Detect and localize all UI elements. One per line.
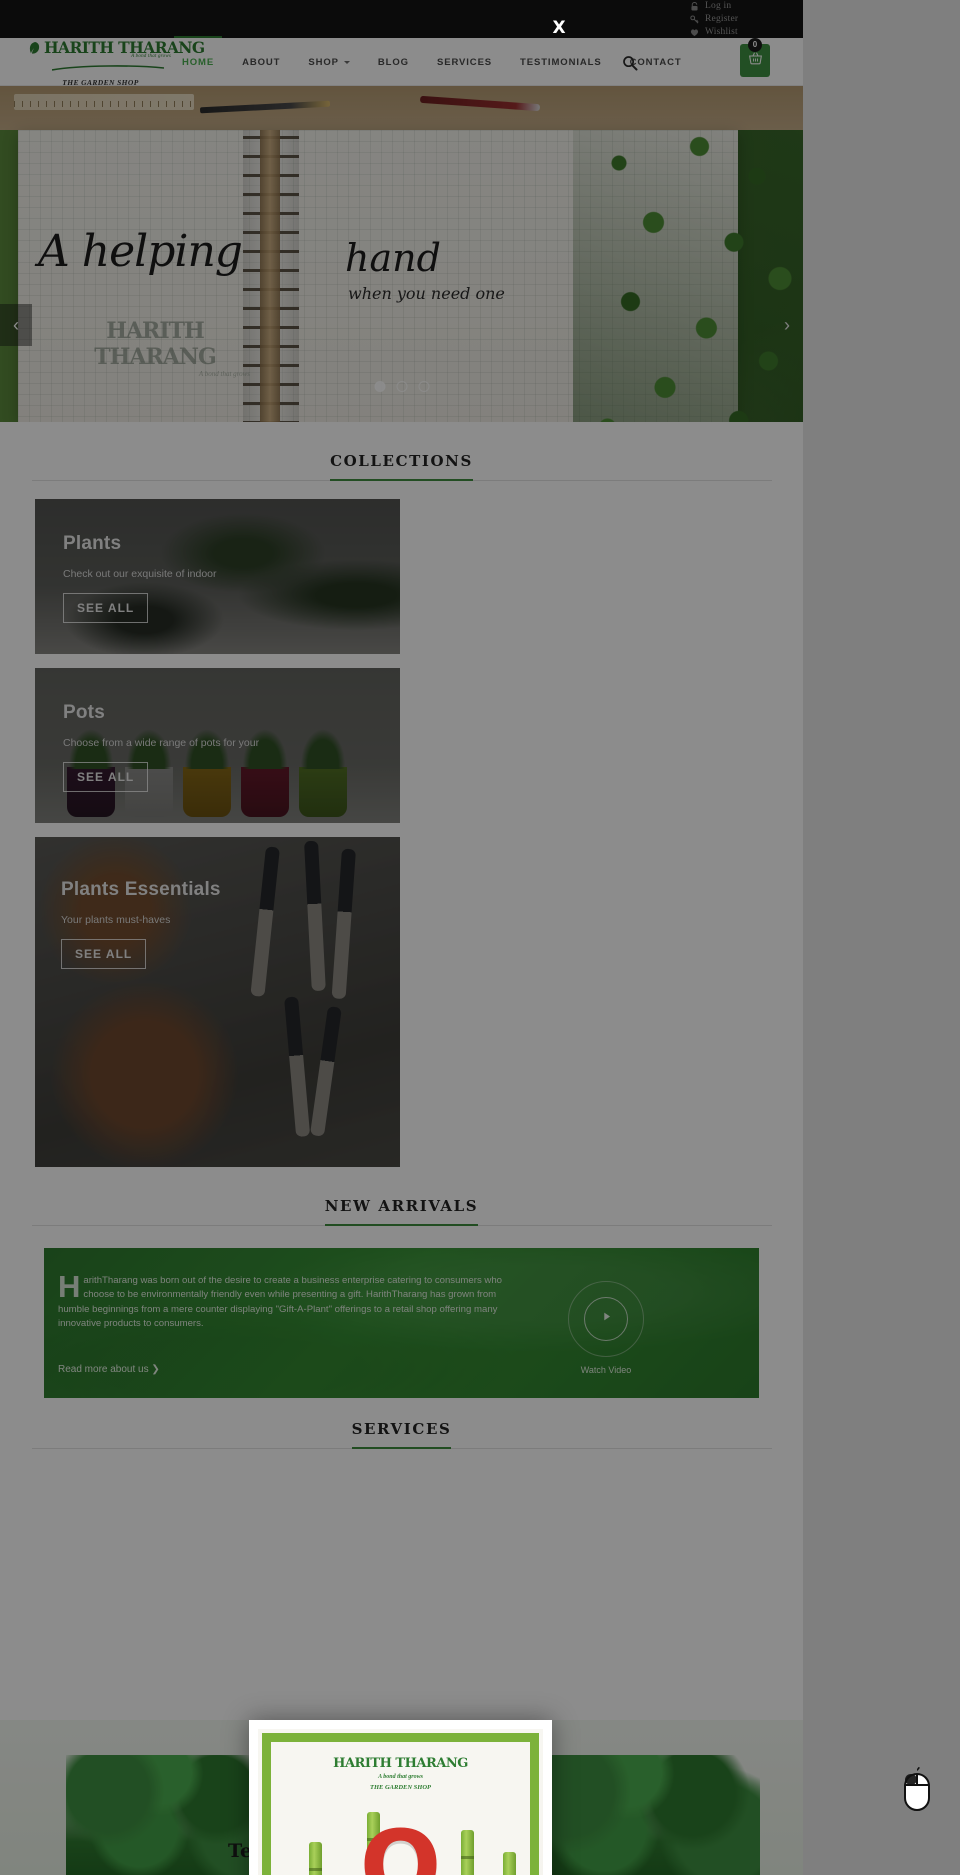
collection-card-plants-essentials[interactable]: Plants Essentials Your plants must-haves… — [35, 837, 400, 1167]
ivy-plant-decoration — [573, 130, 803, 422]
promo-inner-panel: HARITH THARANG A bond that grows THE GAR… — [271, 1742, 530, 1875]
nav-label-home: HOME — [182, 56, 215, 68]
plants-card-subtitle: Check out our exquisite of indoor — [63, 568, 217, 580]
cart-button[interactable]: 0 — [740, 38, 770, 77]
ruler-decoration — [14, 94, 194, 110]
top-utility-links: Log in Register Wishlist — [689, 0, 789, 39]
nav-item-blog[interactable]: BLOG — [364, 38, 423, 86]
collections-list: Plants Check out our exquisite of indoor… — [0, 481, 803, 1167]
plants-see-all-button[interactable]: SEE ALL — [63, 593, 149, 623]
hero-subtext: when you need one — [348, 284, 505, 303]
new-arrivals-heading: NEW ARRIVALS — [324, 1197, 479, 1226]
website-viewport: Log in Register Wishlist HARITH THARANG … — [0, 0, 803, 1875]
pots-see-all-button[interactable]: SEE ALL — [63, 762, 149, 792]
nav-label-blog: BLOG — [377, 56, 409, 68]
hero-watermark-tagline: A bond that grows — [198, 370, 250, 378]
logo-row: HARITH THARANG — [28, 40, 205, 55]
register-label: Register — [705, 14, 739, 24]
notebook-spiral-binding — [243, 130, 299, 422]
new-arrivals-section-header: NEW ARRIVALS — [0, 1181, 803, 1226]
plants-card-title: Plants — [63, 533, 122, 554]
mouse-pointer-icon — [900, 1766, 934, 1813]
slider-dot-2[interactable] — [396, 381, 407, 392]
hero-watermark-name: HARITH THARANG — [94, 318, 216, 370]
nav-label-shop: SHOP — [308, 56, 339, 68]
slider-dots — [374, 381, 429, 392]
collections-section-header: COLLECTIONS — [0, 422, 803, 481]
nav-item-services[interactable]: SERVICES — [423, 38, 506, 86]
pots-card-content: Pots Choose from a wide range of pots fo… — [35, 668, 400, 823]
nav-item-home[interactable]: HOME — [168, 36, 228, 86]
page-root: Log in Register Wishlist HARITH THARANG … — [0, 0, 960, 1875]
nav-label-services: SERVICES — [436, 56, 493, 68]
close-icon[interactable]: X — [549, 18, 569, 38]
services-section-header: SERVICES — [0, 1398, 803, 1449]
hero-headline-part1: A helping — [38, 226, 243, 277]
slider-dot-1[interactable] — [374, 381, 385, 392]
read-more-link[interactable]: Read more about us ❯ — [58, 1364, 160, 1375]
nav-label-testimonials: TESTIMONIALS — [520, 56, 602, 68]
watch-video-button[interactable] — [584, 1297, 628, 1341]
leaf-icon — [28, 41, 42, 55]
spiral-rings — [243, 130, 299, 422]
collection-card-pots[interactable]: Pots Choose from a wide range of pots fo… — [35, 668, 400, 823]
page-gutter — [803, 0, 960, 1875]
watch-video-block[interactable]: Watch Video — [565, 1281, 647, 1375]
chevron-right-icon: ❯ — [151, 1364, 160, 1375]
site-logo[interactable]: HARITH THARANG A bond that grows THE GAR… — [28, 40, 205, 87]
nav-item-testimonials[interactable]: TESTIMONIALS — [506, 38, 616, 86]
pots-card-title: Pots — [63, 702, 105, 723]
promo-image: HARITH THARANG A bond that grows THE GAR… — [258, 1729, 543, 1875]
read-more-label: Read more about us — [58, 1364, 149, 1375]
nav-item-shop[interactable]: SHOP — [294, 38, 364, 86]
essentials-card-subtitle: Your plants must-haves — [61, 914, 171, 926]
promo-logo-name: HARITH THARANG — [333, 1756, 468, 1771]
chevron-down-icon — [343, 60, 350, 64]
promo-headline: O — [359, 1810, 442, 1875]
site-header: HARITH THARANG A bond that grows THE GAR… — [0, 36, 803, 87]
about-paragraph: arithTharang was born out of the desire … — [58, 1275, 503, 1330]
nav-label-about: ABOUT — [242, 56, 281, 68]
login-link[interactable]: Log in — [689, 0, 789, 13]
pots-card-subtitle: Choose from a wide range of pots for you… — [63, 737, 260, 749]
essentials-card-content: Plants Essentials Your plants must-haves… — [35, 837, 400, 1167]
collection-card-plants[interactable]: Plants Check out our exquisite of indoor… — [35, 499, 400, 654]
promo-logo-subtitle: THE GARDEN SHOP — [369, 1784, 432, 1791]
hero-watermark-logo: HARITH THARANG A bond that grows — [60, 318, 250, 378]
cart-count-badge: 0 — [748, 38, 762, 52]
plants-card-content: Plants Check out our exquisite of indoor… — [35, 499, 400, 654]
slider-prev-button[interactable]: ‹ — [0, 304, 32, 346]
top-utility-bar: Log in Register Wishlist — [0, 0, 803, 38]
hero-slider: A helping hand when you need one HARITH … — [0, 86, 803, 422]
collections-heading: COLLECTIONS — [330, 452, 473, 481]
slider-next-button[interactable]: › — [771, 304, 803, 346]
about-banner: HarithTharang was born out of the desire… — [44, 1248, 759, 1398]
about-dropcap: H — [58, 1269, 81, 1304]
login-label: Log in — [705, 1, 732, 11]
heart-icon — [689, 28, 699, 38]
essentials-card-title: Plants Essentials — [61, 879, 221, 900]
main-navigation: HOME ABOUT SHOP BLOG SERVICES TESTIMONIA… — [168, 36, 696, 86]
play-icon — [600, 1310, 613, 1328]
watch-video-ring — [568, 1281, 644, 1357]
promo-logo: HARITH THARANG A bond that grows THE GAR… — [271, 1742, 530, 1791]
register-link[interactable]: Register — [689, 13, 789, 26]
promo-modal[interactable]: HARITH THARANG A bond that grows THE GAR… — [249, 1720, 552, 1875]
about-paragraph-block: HarithTharang was born out of the desire… — [58, 1269, 508, 1332]
nav-item-about[interactable]: ABOUT — [228, 38, 294, 86]
services-heading: SERVICES — [351, 1420, 452, 1449]
watch-video-label: Watch Video — [580, 1365, 632, 1375]
essentials-see-all-button[interactable]: SEE ALL — [61, 939, 147, 969]
logo-swoosh-icon — [51, 65, 164, 71]
promo-logo-tagline: A bond that grows — [378, 1774, 423, 1780]
lock-icon — [689, 2, 699, 12]
key-icon — [689, 15, 699, 25]
bush-right-decoration — [520, 1755, 760, 1875]
search-icon[interactable] — [622, 55, 638, 71]
slider-dot-3[interactable] — [418, 381, 429, 392]
shopping-basket-icon — [748, 51, 763, 71]
hero-headline-part2: hand — [345, 236, 441, 280]
